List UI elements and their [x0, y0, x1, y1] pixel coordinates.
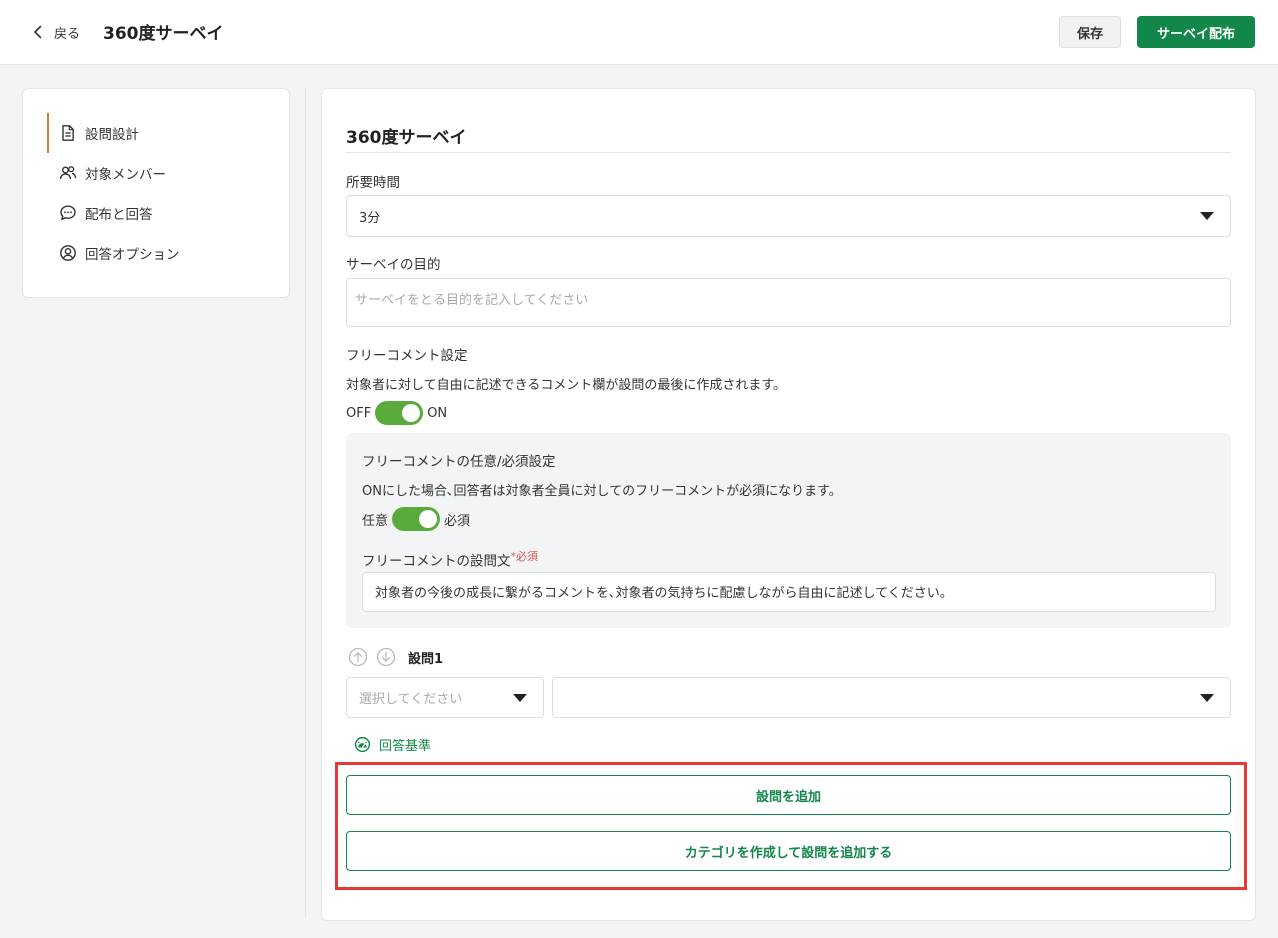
question-text-label: フリーコメントの設問文*必須	[362, 548, 538, 570]
toggle-knob	[419, 510, 438, 528]
title-divider	[346, 152, 1231, 153]
required-label: 必須	[444, 513, 471, 529]
purpose-input[interactable]	[346, 278, 1231, 327]
sidebar-item-label: 対象メンバー	[85, 167, 166, 183]
back-button[interactable]: 戻る	[30, 20, 80, 44]
sidebar-item-label: 設問設計	[85, 127, 139, 143]
question-label: 設問1	[408, 651, 444, 667]
main-panel: 360度サーベイ 所要時間 3分 サーベイの目的 フリーコメント設定 対象者に対…	[321, 88, 1256, 921]
toggle-knob	[402, 404, 421, 422]
on-label: ON	[427, 405, 448, 421]
required-toggle-row: 任意 必須	[362, 507, 470, 531]
users-icon	[59, 166, 77, 180]
save-button[interactable]: 保存	[1059, 16, 1121, 48]
required-mark: *必須	[510, 550, 539, 563]
add-question-button[interactable]: 設問を追加	[346, 775, 1231, 815]
caret-down-icon	[513, 693, 527, 702]
question-header: 設問1	[348, 647, 443, 667]
chevron-left-icon	[34, 25, 42, 39]
sidebar: 設問設計 対象メンバー 配布と回答 回答オプション	[22, 88, 290, 298]
off-label: OFF	[346, 405, 372, 421]
optional-label: 任意	[362, 513, 389, 529]
required-setting-description: ONにした場合､回答者は対象者全員に対してのフリーコメントが必須になります。	[362, 484, 842, 499]
page-title: 360度サーベイ	[103, 24, 224, 44]
question-text-label-text: フリーコメントの設問文	[362, 553, 511, 570]
question-text-input[interactable]: 対象者の今後の成長に繋がるコメントを､対象者の気持ちに配慮しながら自由に記述して…	[362, 572, 1216, 612]
question-detail-select[interactable]	[552, 677, 1231, 718]
free-comment-toggle-row: OFF ON	[346, 401, 447, 425]
free-comment-required-panel: フリーコメントの任意/必須設定 ONにした場合､回答者は対象者全員に対してのフリ…	[346, 433, 1231, 628]
sidebar-item-target-members[interactable]: 対象メンバー	[47, 153, 277, 193]
top-bar: 戻る 360度サーベイ 保存 サーベイ配布	[0, 0, 1278, 65]
free-comment-toggle[interactable]	[375, 401, 424, 425]
move-up-icon[interactable]	[348, 647, 368, 667]
purpose-label: サーベイの目的	[346, 257, 441, 273]
gauge-icon	[354, 736, 371, 753]
distribute-survey-button[interactable]: サーベイ配布	[1137, 16, 1255, 48]
sidebar-item-label: 配布と回答	[85, 207, 153, 223]
survey-title: 360度サーベイ	[346, 128, 467, 148]
sidebar-item-label: 回答オプション	[85, 247, 180, 263]
duration-select[interactable]: 3分	[346, 195, 1231, 237]
question-type-placeholder: 選択してください	[359, 692, 463, 707]
required-setting-label: フリーコメントの任意/必須設定	[362, 454, 556, 470]
add-category-button[interactable]: カテゴリを作成して設問を追加する	[346, 831, 1231, 871]
vertical-divider	[305, 88, 306, 918]
question-type-select[interactable]: 選択してください	[346, 677, 544, 718]
sidebar-item-distribution-answers[interactable]: 配布と回答	[47, 193, 277, 233]
caret-down-icon	[1200, 693, 1214, 702]
duration-label: 所要時間	[346, 175, 400, 191]
free-comment-description: 対象者に対して自由に記述できるコメント欄が設問の最後に作成されます。	[346, 378, 787, 393]
move-down-icon[interactable]	[376, 647, 396, 667]
required-toggle[interactable]	[392, 507, 441, 531]
sidebar-item-answer-options[interactable]: 回答オプション	[47, 233, 277, 273]
duration-value: 3分	[359, 210, 381, 226]
free-comment-label: フリーコメント設定	[346, 348, 468, 364]
document-icon	[62, 125, 74, 141]
answer-criteria-label: 回答基準	[379, 739, 432, 754]
answer-criteria-link[interactable]: 回答基準	[354, 735, 431, 754]
caret-down-icon	[1200, 212, 1214, 220]
back-label: 戻る	[54, 26, 81, 42]
chat-icon	[60, 205, 76, 221]
sidebar-item-question-design[interactable]: 設問設計	[47, 113, 277, 153]
user-circle-icon	[60, 245, 76, 261]
